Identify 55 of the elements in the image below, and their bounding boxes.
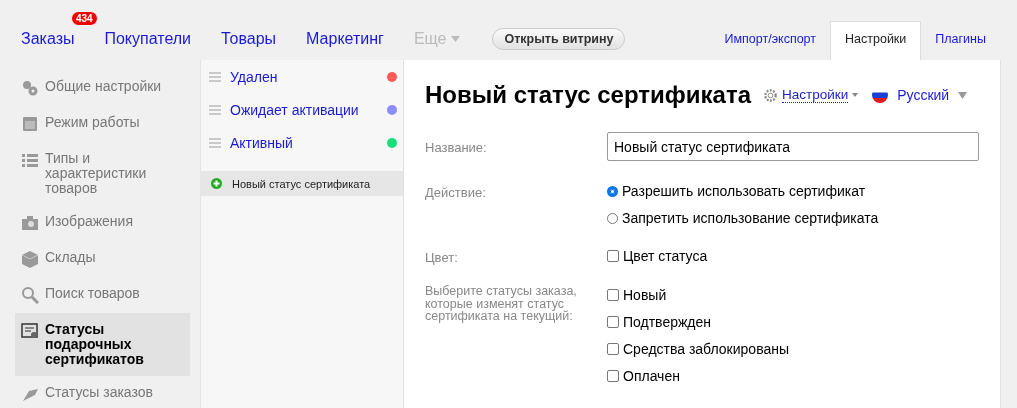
sidebar-item[interactable]: Изображения (15, 204, 190, 241)
caret-icon (852, 93, 859, 97)
sidebar-item[interactable]: Режим работы (15, 106, 190, 142)
count-badge: 434 (71, 11, 98, 26)
drag-handle-icon[interactable] (209, 71, 221, 82)
drag-handle-icon[interactable] (209, 137, 221, 148)
option-label: Средства заблокированы (623, 341, 789, 357)
sidebar-item[interactable]: Типы и характеристики товаров (15, 142, 190, 205)
language-selector[interactable]: Русский (897, 87, 950, 103)
name-input[interactable]: Новый статус сертификата (607, 132, 979, 161)
field-label: Название: (425, 139, 488, 157)
settings-icon[interactable] (763, 87, 778, 103)
option-label: Запретить использование сертификата (622, 210, 879, 226)
field-label: Действие: (425, 184, 487, 202)
open-storefront-button[interactable]: Открыть витрину (492, 28, 626, 50)
list-icon (21, 151, 39, 169)
sidebar-item[interactable]: Склады (15, 240, 190, 277)
checkbox[interactable] (607, 370, 619, 382)
search-icon (21, 285, 39, 304)
field-label: Выберите статусы заказа, которые изменят статус сертификата на текущий: (425, 283, 578, 325)
certificate-icon (21, 321, 39, 340)
drag-handle-icon[interactable] (209, 104, 221, 115)
status-link[interactable]: Ожидает активации (230, 101, 378, 118)
radio-button[interactable] (607, 185, 618, 197)
checkbox[interactable] (607, 316, 619, 328)
settings-link[interactable]: Настройки (782, 87, 849, 103)
tab[interactable]: Настройки (830, 21, 922, 60)
nav-link[interactable]: Товары (221, 30, 277, 48)
page-title: Новый статус сертификата (425, 81, 751, 109)
status-link[interactable]: Удален (230, 68, 378, 85)
calendar-icon (21, 115, 39, 133)
sidebar-item[interactable]: Статусы подарочных сертификатов (15, 312, 190, 376)
option-label: Разрешить использовать сертификат (622, 183, 866, 199)
plus-icon (211, 178, 222, 189)
caret-icon (958, 91, 968, 99)
tab[interactable]: Импорт/экспорт (710, 22, 831, 60)
checkbox[interactable] (607, 289, 619, 301)
sidebar-item[interactable]: Поиск товаров (15, 276, 190, 313)
tab[interactable]: Плагины (921, 22, 1000, 60)
sidebar-item[interactable]: Статусы заказов (15, 375, 190, 408)
option-label: Новый (623, 287, 667, 303)
new-status-item[interactable]: Новый статус сертификата (201, 171, 403, 196)
option-label: Цвет статуса (623, 248, 708, 264)
checkbox[interactable] (607, 250, 619, 262)
nav-link[interactable]: Покупатели (104, 30, 192, 48)
caret-icon (451, 36, 461, 42)
status-link[interactable]: Активный (230, 134, 378, 151)
option-label: Оплачен (623, 368, 680, 384)
nav-link[interactable]: Маркетинг (306, 30, 384, 48)
box-icon (21, 249, 39, 268)
option-label: Подтвержден (623, 314, 712, 330)
checkbox[interactable] (607, 343, 619, 355)
field-label: Цвет: (425, 249, 459, 265)
sidebar-item[interactable]: Общие настройки (15, 70, 190, 106)
camera-icon (21, 213, 39, 232)
